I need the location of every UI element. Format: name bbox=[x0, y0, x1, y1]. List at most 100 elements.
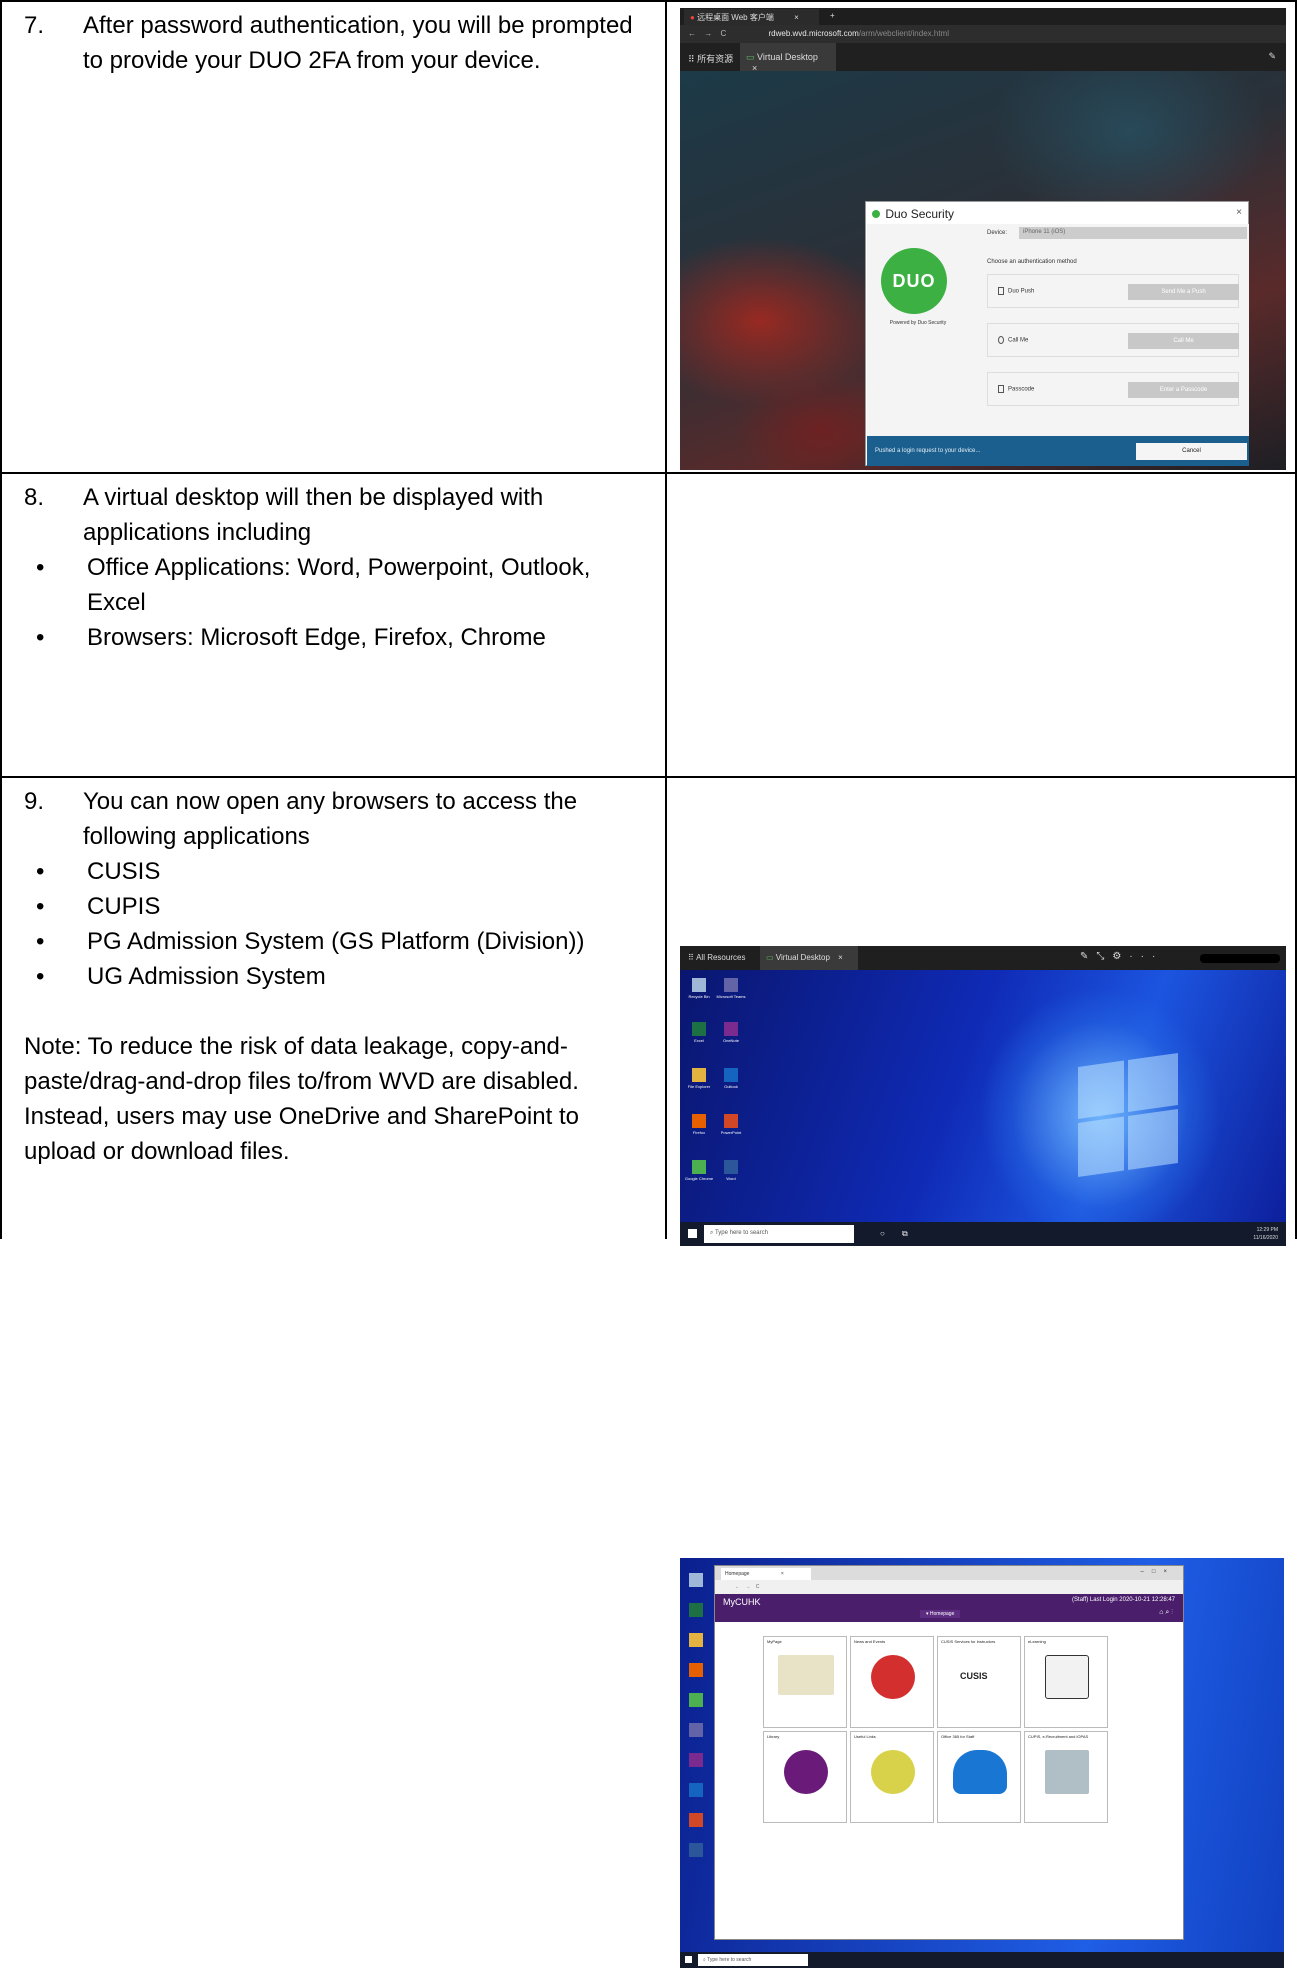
step-text: After password authentication, you will … bbox=[83, 12, 633, 74]
duo-shield-icon bbox=[872, 210, 880, 218]
chrome-tab-title: 远程桌面 Web 客户端 bbox=[697, 13, 774, 22]
step-number: 9. bbox=[24, 788, 45, 815]
desktop-icon bbox=[689, 1753, 703, 1767]
desktop-icon bbox=[689, 1573, 703, 1587]
address-bar: ← → C bbox=[715, 1580, 1183, 1594]
desktop-icon bbox=[689, 1783, 703, 1797]
step-row-7: 7. After password authentication, you wi… bbox=[0, 0, 1297, 472]
desktop-icon-column bbox=[680, 1564, 712, 1873]
list-item: CUSIS bbox=[24, 854, 654, 889]
windows-desktop: Homepage × –□× ← → C MyCUHK (Staff) Last… bbox=[680, 1558, 1284, 1968]
list-item: UG Admission System bbox=[24, 959, 654, 994]
duo-logo: DUO bbox=[881, 248, 947, 314]
tile: Library bbox=[763, 1731, 847, 1823]
grid-icon: ⠿ bbox=[688, 54, 695, 64]
list-item: Office Applications: Word, Powerpoint, O… bbox=[24, 550, 654, 620]
duo-dialog: Duo Security × DUO Powered by Duo Securi… bbox=[865, 201, 1249, 466]
device-select: iPhone 11 (iOS) bbox=[1019, 227, 1247, 239]
step-row-9: 9. You can now open any browsers to acce… bbox=[0, 776, 1297, 1968]
row-divider bbox=[0, 776, 1297, 778]
step-number: 7. bbox=[24, 12, 45, 39]
mycuhk-brand: MyCUHK bbox=[723, 1597, 761, 1607]
table-border bbox=[0, 0, 1297, 2]
tab-favicon-icon: ● bbox=[690, 13, 695, 22]
enter-passcode-button: Enter a Passcode bbox=[1128, 382, 1239, 398]
duo-body: DUO Powered by Duo Security Device: iPho… bbox=[867, 224, 1249, 436]
passcode-icon bbox=[998, 385, 1004, 393]
homepage-dropdown: ▾ Homepage bbox=[920, 1610, 961, 1618]
step-number: 8. bbox=[24, 484, 45, 511]
window-controls: –□× bbox=[1140, 1569, 1175, 1575]
table-border bbox=[0, 0, 2, 1239]
reload-icon: C bbox=[720, 29, 727, 38]
tile: Useful Links bbox=[850, 1731, 934, 1823]
system-list: CUSIS CUPIS PG Admission System (GS Plat… bbox=[24, 854, 654, 994]
all-resources-tab: ⠿ 所有资源 bbox=[688, 54, 734, 64]
windows-start-icon bbox=[685, 1956, 692, 1963]
desktop-icon bbox=[689, 1633, 703, 1647]
tile: MyPage bbox=[763, 1636, 847, 1728]
list-item: CUPIS bbox=[24, 889, 654, 924]
windows-taskbar: ⌕ Type here to search bbox=[680, 1952, 1284, 1968]
new-tab-icon: + bbox=[830, 11, 835, 20]
search-icon: ⌕ bbox=[703, 1957, 706, 1963]
desktop-icon bbox=[689, 1693, 703, 1707]
elearning-icon bbox=[1045, 1655, 1089, 1699]
chrome-tab-bar: ● 远程桌面 Web 客户端 × + bbox=[680, 8, 1286, 25]
duo-status-bar: Pushed a login request to your device...… bbox=[867, 436, 1249, 466]
phone-icon bbox=[998, 287, 1004, 295]
mycuhk-header: MyCUHK (Staff) Last Login 2020-10-21 12:… bbox=[715, 1594, 1183, 1622]
step-text: You can now open any browsers to access … bbox=[83, 788, 578, 850]
device-label: Device: bbox=[987, 230, 1008, 236]
monitor-icon: ▭ bbox=[746, 52, 755, 62]
desktop-icon bbox=[689, 1603, 703, 1617]
step-row-8: 8. A virtual desktop will then be displa… bbox=[0, 472, 1297, 1246]
reload-icon: C bbox=[755, 1584, 760, 1590]
wvd-tab-bar: ⠿ 所有资源 ▭ Virtual Desktop × ✎ bbox=[680, 43, 1286, 73]
call-me-option: Call Me Call Me bbox=[987, 323, 1239, 357]
send-push-button: Send Me a Push bbox=[1128, 284, 1239, 300]
desktop-icon bbox=[689, 1813, 703, 1827]
mycuhk-screenshot: Homepage × –□× ← → C MyCUHK (Staff) Last… bbox=[680, 1558, 1284, 1968]
tile: Office 365 for Staff bbox=[937, 1731, 1021, 1823]
back-icon: ← bbox=[735, 1584, 740, 1590]
header-icons: ⌂ ⌕ ⋮ bbox=[1159, 1609, 1173, 1616]
duo-push-option: Duo Push Send Me a Push bbox=[987, 274, 1239, 308]
table-divider bbox=[665, 0, 667, 1239]
step-text-cell: 9. You can now open any browsers to acce… bbox=[24, 784, 654, 1169]
list-item: Browsers: Microsoft Edge, Firefox, Chrom… bbox=[24, 620, 654, 655]
forward-icon: → bbox=[704, 29, 713, 38]
tile: News and Events bbox=[850, 1636, 934, 1728]
back-icon: ← bbox=[688, 29, 696, 38]
desktop-icon bbox=[689, 1723, 703, 1737]
choose-method-label: Choose an authentication method bbox=[987, 259, 1077, 265]
cusis-logo: CUSIS bbox=[960, 1671, 988, 1681]
last-login-info: (Staff) Last Login 2020-10-21 12:28:47 bbox=[1072, 1597, 1175, 1603]
browser-tab-bar: Homepage × –□× bbox=[715, 1566, 1183, 1580]
taskbar-search: ⌕ Type here to search bbox=[698, 1954, 808, 1966]
close-icon: × bbox=[794, 13, 799, 22]
passcode-option: Passcode Enter a Passcode bbox=[987, 372, 1239, 406]
step-text-cell: 8. A virtual desktop will then be displa… bbox=[24, 480, 654, 655]
remote-desktop-background: Duo Security × DUO Powered by Duo Securi… bbox=[680, 71, 1286, 470]
presentation-icon bbox=[1045, 1750, 1089, 1794]
duo-status-text: Pushed a login request to your device... bbox=[875, 448, 981, 454]
library-icon bbox=[784, 1750, 828, 1794]
address-bar: ← → C rdweb.wvd.microsoft.com/arm/webcli… bbox=[680, 25, 1286, 43]
list-item: PG Admission System (GS Platform (Divisi… bbox=[24, 924, 654, 959]
megaphone-icon bbox=[871, 1655, 915, 1699]
step-text-cell: 7. After password authentication, you wi… bbox=[24, 8, 654, 78]
duo-screenshot: ● 远程桌面 Web 客户端 × + ← → C rdweb.wvd.micro… bbox=[680, 8, 1286, 470]
pin-icon: ✎ bbox=[1268, 51, 1276, 61]
data-leakage-note: Note: To reduce the risk of data leakage… bbox=[24, 1033, 579, 1165]
tile: eLearning bbox=[1024, 1636, 1108, 1728]
app-list: Office Applications: Word, Powerpoint, O… bbox=[24, 550, 654, 655]
tile: CUPIS, e-Recruitment and iOPAS bbox=[1024, 1731, 1108, 1823]
forward-icon: → bbox=[745, 1584, 751, 1590]
cancel-button: Cancel bbox=[1136, 443, 1247, 460]
close-icon: × bbox=[1236, 207, 1242, 218]
virtual-desktop-tab: ▭ Virtual Desktop × bbox=[740, 43, 836, 73]
call-me-button: Call Me bbox=[1128, 333, 1239, 349]
duo-powered-by: Powered by Duo Security bbox=[889, 320, 947, 326]
desktop-icon bbox=[689, 1843, 703, 1857]
